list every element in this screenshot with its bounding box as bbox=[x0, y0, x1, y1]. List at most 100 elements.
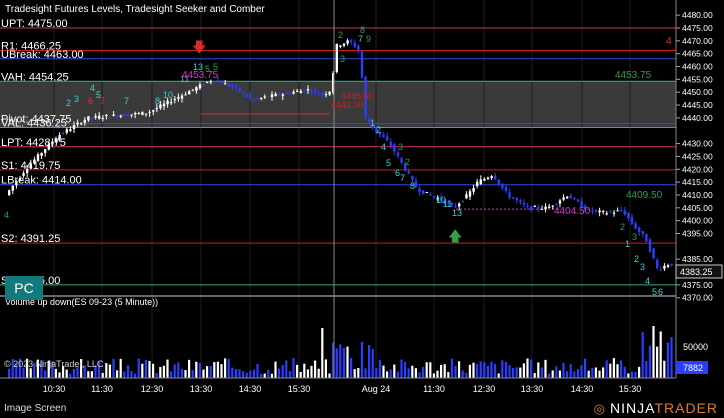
candle-body bbox=[206, 81, 209, 83]
volume-bar bbox=[342, 348, 345, 378]
candle-body bbox=[213, 80, 216, 82]
time-label: 10:30 bbox=[43, 384, 66, 394]
candle-body bbox=[112, 114, 115, 116]
candle-body bbox=[26, 168, 29, 174]
volume-scale-label: 50000 bbox=[683, 342, 708, 352]
volume-bar bbox=[641, 332, 644, 378]
volume-bar bbox=[256, 364, 259, 378]
candle-body bbox=[609, 211, 612, 213]
candlesticks bbox=[8, 38, 673, 272]
candle-body bbox=[555, 203, 558, 205]
candle-body bbox=[155, 108, 158, 110]
time-label: 13:30 bbox=[190, 384, 213, 394]
price-tick-label: 4440.00 bbox=[682, 113, 713, 123]
volume-bar bbox=[443, 364, 446, 378]
candle-body bbox=[296, 90, 299, 92]
candle-body bbox=[180, 95, 184, 99]
volume-bar bbox=[602, 367, 605, 378]
volume-bar bbox=[116, 370, 119, 378]
candle-body bbox=[458, 203, 461, 207]
volume-bar bbox=[285, 360, 288, 378]
candle-body bbox=[414, 180, 418, 188]
candle-body bbox=[652, 248, 655, 259]
volume-bar bbox=[670, 337, 673, 378]
buy-arrow-icon: 🡅 bbox=[448, 228, 462, 244]
volume-bar bbox=[8, 368, 11, 378]
candle-body bbox=[339, 45, 342, 48]
volume-bar bbox=[281, 364, 284, 378]
signal-count: 4 bbox=[4, 210, 9, 220]
candle-body bbox=[224, 83, 227, 85]
price-tick-label: 4470.00 bbox=[682, 36, 713, 46]
candle-body bbox=[490, 176, 493, 179]
signal-count: 3 bbox=[632, 232, 637, 242]
volume-bar bbox=[551, 370, 554, 378]
candle-body bbox=[638, 227, 641, 233]
volume-bar bbox=[659, 331, 662, 378]
candle-body bbox=[382, 135, 385, 138]
pc-badge[interactable]: PC bbox=[5, 276, 43, 300]
axis: 4480.00 4475.00 4470.00 4465.00 4460.00 4455.… bbox=[43, 10, 713, 394]
volume-bar bbox=[472, 362, 475, 378]
volume-bar bbox=[389, 369, 392, 378]
candle-body bbox=[454, 206, 457, 208]
candle-body bbox=[569, 195, 572, 199]
candle-body bbox=[620, 209, 623, 211]
candle-body bbox=[389, 142, 392, 146]
volume-bar bbox=[22, 367, 25, 378]
volume-bar bbox=[159, 366, 162, 378]
volume-bar bbox=[278, 368, 281, 378]
volume-bar bbox=[119, 358, 122, 378]
volume-bar bbox=[245, 372, 248, 378]
volume-bar bbox=[634, 371, 637, 378]
volume-bar bbox=[483, 362, 486, 378]
signal-count: 3 bbox=[398, 142, 403, 152]
candle-body bbox=[591, 210, 594, 212]
candle-body bbox=[270, 94, 274, 98]
volume-bar bbox=[515, 367, 518, 378]
volume-bar bbox=[299, 371, 302, 378]
candle-body bbox=[346, 40, 349, 44]
time-label: 14:30 bbox=[239, 384, 262, 394]
candle-body bbox=[134, 112, 137, 115]
candle-body bbox=[519, 200, 522, 202]
candle-body bbox=[137, 113, 140, 115]
volume-bar bbox=[166, 359, 169, 378]
volume-bar bbox=[252, 369, 255, 378]
candle-body bbox=[285, 92, 288, 94]
volume-bar bbox=[126, 365, 129, 378]
candle-body bbox=[537, 206, 540, 209]
logo-text-main: NINJA bbox=[610, 400, 655, 416]
volume-bar bbox=[87, 371, 90, 378]
candle-body bbox=[530, 206, 533, 210]
candle-body bbox=[656, 259, 659, 269]
volume-bar bbox=[339, 344, 342, 378]
candle-body bbox=[479, 179, 482, 185]
signal-count: 2 bbox=[66, 98, 71, 108]
price-chart[interactable]: UPT: 4475.00R1: 4466.25UBreak: 4463.00VA… bbox=[0, 0, 724, 418]
volume-bar bbox=[130, 371, 133, 378]
volume-bar bbox=[490, 361, 493, 378]
candle-body bbox=[119, 115, 122, 117]
volume-bar bbox=[594, 367, 597, 378]
candle-body bbox=[87, 116, 90, 121]
volume-bar bbox=[101, 372, 104, 378]
volume-bar bbox=[616, 364, 619, 378]
volume-bar bbox=[620, 360, 623, 378]
volume-bar bbox=[231, 367, 234, 378]
signal-count: 10 bbox=[163, 90, 173, 100]
candle-body bbox=[8, 190, 11, 195]
volume-bar bbox=[458, 361, 461, 378]
candle-body bbox=[116, 115, 119, 117]
volume-bar bbox=[209, 366, 212, 378]
candle-body bbox=[522, 202, 526, 205]
volume-bar bbox=[476, 364, 479, 378]
candle-body bbox=[666, 265, 670, 267]
candle-body bbox=[188, 91, 191, 95]
price-tick-label: 4425.00 bbox=[682, 151, 713, 161]
candle-body bbox=[76, 122, 79, 125]
volume-bar bbox=[623, 366, 626, 378]
volume-bar bbox=[533, 373, 536, 378]
volume-bar bbox=[526, 358, 529, 378]
volume-bar bbox=[191, 370, 194, 378]
